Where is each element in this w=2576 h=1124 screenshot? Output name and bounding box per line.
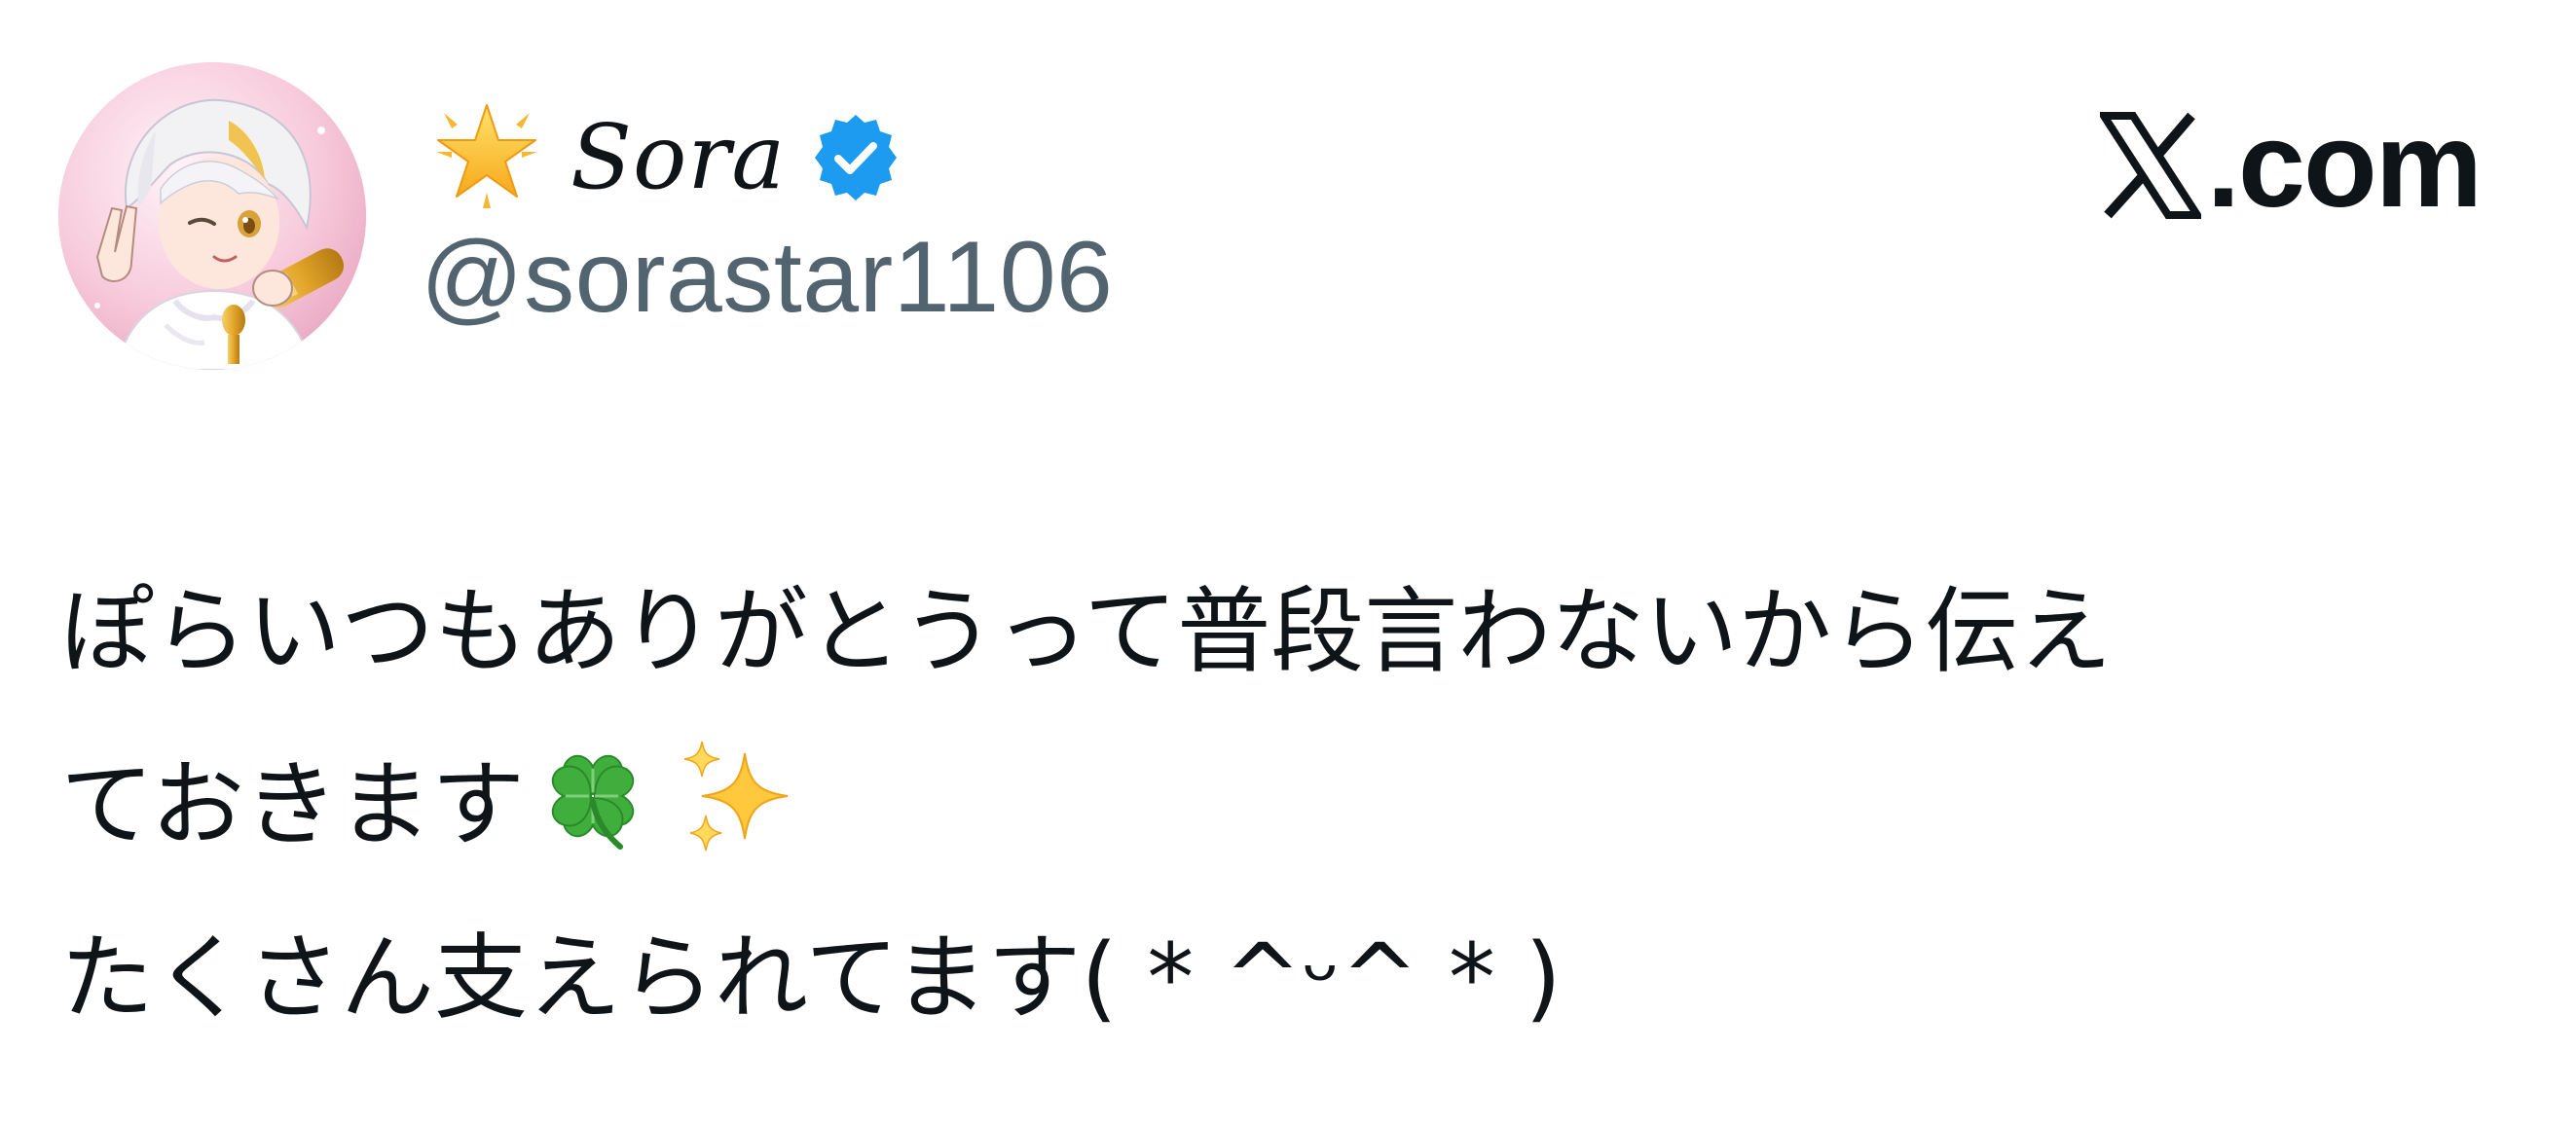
avatar-illustration: [58, 62, 366, 370]
author-handle[interactable]: @sorastar1106: [421, 222, 1113, 334]
tweet-text-line-3: たくさん支えられてます( * ^ᵕ^ * ): [60, 924, 1562, 1033]
author-display-name[interactable]: Sora: [570, 113, 786, 202]
verified-badge-icon: [815, 115, 898, 200]
tweet-card: Sora @sorastar1106 .com ぽらいつもありがとうって普段言わ…: [0, 0, 2576, 1124]
brand-domain-text: .com: [2206, 98, 2483, 233]
tweet-text-line-2: ておきます: [60, 718, 2494, 891]
tweet-text-line-2-text: ておきます: [60, 750, 526, 859]
x-logo-icon: [2099, 112, 2201, 219]
avatar[interactable]: [58, 62, 366, 370]
tweet-text-line-1: ぽらいつもありがとうって普段言わないから伝え: [60, 577, 2113, 686]
tweet-text: ぽらいつもありがとうって普段言わないから伝え ておきます たくさん支えられてます…: [60, 545, 2494, 1065]
x-brand-mark: .com: [2099, 97, 2483, 234]
sparkles-emoji: [684, 741, 789, 852]
author-name-row[interactable]: Sora: [424, 90, 902, 226]
four-leaf-clover-emoji: [551, 754, 635, 850]
glowing-star-emoji: [436, 104, 537, 208]
